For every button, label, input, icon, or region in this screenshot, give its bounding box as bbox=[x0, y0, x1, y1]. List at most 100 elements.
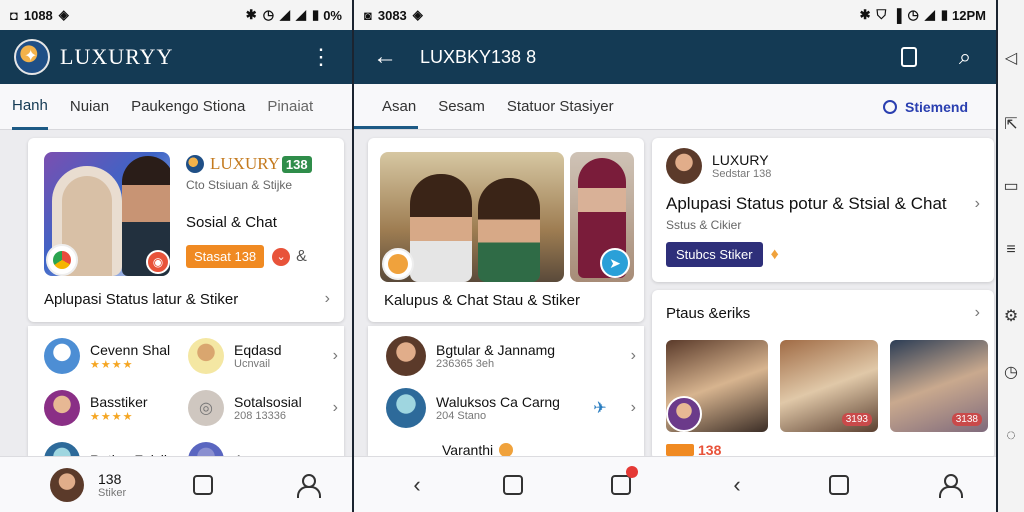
app-title: LUXBKY138 8 bbox=[420, 46, 537, 67]
settings-icon[interactable]: ⚙ bbox=[1001, 306, 1021, 326]
rating-stars: ★★★★ bbox=[90, 410, 134, 423]
status-time: 1088 bbox=[23, 7, 53, 23]
list-item[interactable]: Waluksos Ca Carng 204 Stano ✈ › bbox=[386, 388, 636, 428]
coin-icon bbox=[499, 443, 514, 457]
brand-avatar bbox=[666, 148, 702, 184]
chevron-right-icon[interactable]: › bbox=[975, 195, 980, 213]
send-icon: ➤ bbox=[600, 248, 630, 278]
back-icon[interactable]: ‹ bbox=[404, 472, 430, 498]
brand-name: LUXURY bbox=[712, 152, 769, 168]
tab-pinaiat[interactable]: Pinaiat bbox=[267, 84, 313, 130]
contact-list: Cevenn Shal ★★★★ Eqdasd Ucnvail › Basstike… bbox=[28, 326, 344, 478]
back-arrow-icon[interactable]: ← bbox=[368, 40, 402, 74]
tab-bar: Asan Sesam Statuor Stasiyer Stiemend bbox=[354, 84, 996, 130]
chevron-right-icon[interactable]: › bbox=[631, 347, 636, 365]
photo-thumbnail[interactable] bbox=[666, 340, 768, 432]
window-icon[interactable]: ▭ bbox=[1001, 176, 1021, 196]
chevron-right-icon[interactable]: › bbox=[333, 347, 338, 365]
tab-hanh[interactable]: Hanh bbox=[12, 84, 48, 130]
list-item-title: Sotalsosial bbox=[234, 394, 302, 410]
list-item-title: Bgtular & Jannamg bbox=[436, 342, 556, 358]
avatar bbox=[44, 390, 80, 426]
search-icon[interactable]: ⌕ bbox=[948, 40, 982, 74]
home-icon-2[interactable] bbox=[826, 472, 852, 498]
list-item[interactable]: Cevenn Shal ★★★★ bbox=[44, 338, 184, 374]
app-card-heading: Aplupasi Status potur & Stsial & Chat bbox=[666, 194, 947, 213]
avatar bbox=[44, 338, 80, 374]
app-bar: ← LUXBKY138 8 ⌕ bbox=[354, 30, 996, 84]
list-item[interactable]: Eqdasd Ucnvail › bbox=[188, 338, 338, 374]
profile-icon[interactable] bbox=[936, 472, 963, 498]
chevron-right-icon[interactable]: › bbox=[325, 290, 330, 308]
brand-tag: 138 bbox=[281, 155, 312, 173]
photo-tag: 3193 bbox=[841, 413, 872, 426]
photo-thumbnail[interactable]: 3138 bbox=[890, 340, 988, 432]
tab-nuian[interactable]: Nuian bbox=[70, 84, 109, 130]
share-icon[interactable]: ⇱ bbox=[1001, 114, 1021, 134]
tab-bar: Hanh Nuian Paukengo Stiona Pinaiat bbox=[0, 84, 352, 130]
list-item[interactable]: ◎ Sotalsosial 208 13336 › bbox=[188, 390, 338, 426]
tab-paukengo[interactable]: Paukengo Stiona bbox=[131, 84, 245, 130]
back-icon-2[interactable]: ‹ bbox=[724, 472, 750, 498]
side-nav: ◁ ⇱ ▭ ≡ ⚙ ◷ ◌ bbox=[998, 0, 1024, 512]
stream-link[interactable]: Stiemend bbox=[882, 98, 968, 115]
list-item-title: Eqdasd bbox=[234, 342, 282, 358]
active-tab-indicator bbox=[354, 126, 418, 129]
photos-heading: Ptaus &eriks bbox=[666, 304, 751, 322]
avatar bbox=[666, 396, 702, 432]
bluetooth-icon: ✱ bbox=[245, 7, 257, 22]
tab-statuor[interactable]: Statuor Stasiyer bbox=[507, 84, 614, 130]
chevron-right-icon[interactable]: › bbox=[333, 399, 338, 417]
phone-right: ◙ 3083 ◈ ✱ ⛉ ▐ ◷ ◢ ▮ 12PM ← LUXBKY138 8 … bbox=[354, 0, 996, 512]
photo-tag: 3138 bbox=[951, 413, 982, 426]
chevron-right-icon[interactable]: › bbox=[975, 304, 980, 322]
back-icon[interactable]: ◁ bbox=[1001, 48, 1021, 68]
bell-icon[interactable]: ◌ bbox=[1001, 426, 1021, 446]
notification-icon[interactable] bbox=[608, 465, 638, 498]
avatar bbox=[188, 338, 224, 374]
bookmark-icon[interactable] bbox=[892, 40, 926, 74]
featured-card[interactable]: ➤ Kalupus & Chat Stau & Stiker bbox=[368, 138, 644, 322]
menu-icon[interactable]: ≡ bbox=[1001, 240, 1021, 260]
profile-avatar[interactable] bbox=[50, 467, 84, 502]
brand-sub: Sedstar 138 bbox=[712, 168, 772, 180]
signal-icon: ▐ bbox=[892, 7, 902, 23]
tab-sesam[interactable]: Sesam bbox=[438, 84, 485, 130]
sticker-button[interactable]: Stubcs Stiker bbox=[666, 242, 763, 267]
photo-thumbnail[interactable]: 3193 bbox=[780, 340, 878, 432]
home-icon[interactable] bbox=[500, 472, 526, 498]
more-menu-icon[interactable]: ⋮ bbox=[304, 40, 338, 74]
list-item[interactable]: Bgtular & Jannamg 236365 3eh › bbox=[386, 336, 636, 376]
wifi-icon: ◈ bbox=[412, 7, 423, 22]
avatar bbox=[386, 336, 426, 376]
signal-icon-2: ◢ bbox=[296, 7, 307, 22]
profile-icon[interactable] bbox=[294, 472, 322, 498]
stream-label: Stiemend bbox=[904, 98, 968, 115]
list-item[interactable]: Basstiker ★★★★ bbox=[44, 390, 184, 426]
bottom-nav: 138 Stiker bbox=[0, 456, 352, 512]
chevron-right-icon[interactable]: › bbox=[631, 399, 636, 417]
feature-heading: Sosial & Chat bbox=[186, 214, 277, 231]
tab-asan[interactable]: Asan bbox=[382, 84, 416, 130]
status-time: 3083 bbox=[377, 7, 407, 23]
alarm-icon: ◷ bbox=[262, 7, 275, 22]
app-logo bbox=[14, 39, 50, 75]
app-card[interactable]: LUXURY Sedstar 138 Aplupasi Status potur… bbox=[652, 138, 994, 282]
photos-card[interactable]: Ptaus &eriks › 3193 3138 138 bbox=[652, 290, 994, 460]
clock-icon[interactable]: ◷ bbox=[1001, 362, 1021, 382]
google-play-icon bbox=[46, 244, 78, 276]
battery-icon: ▮ bbox=[940, 7, 949, 22]
chat-icon[interactable] bbox=[190, 472, 216, 498]
feature-subtitle: Cto Stsiuan & Stijke bbox=[186, 178, 293, 192]
list-item-title: Cevenn Shal bbox=[90, 341, 171, 358]
list-item-title: Waluksos Ca Carng bbox=[436, 394, 560, 410]
app-bar: LUXURYY ⋮ bbox=[0, 30, 352, 84]
status-button[interactable]: Stasat 138 bbox=[186, 245, 265, 268]
wifi-icon: ◈ bbox=[58, 7, 69, 22]
alarm-icon: ◷ bbox=[907, 7, 919, 22]
chat-badge-icon: ◉ bbox=[146, 250, 170, 274]
featured-card[interactable]: ◉ LUXURY 138 Cto Stsiuan & Stijke Sosial… bbox=[28, 138, 344, 322]
bottom-sub: Stiker bbox=[98, 486, 127, 499]
chevron-down-icon[interactable]: ⌄ bbox=[272, 247, 291, 266]
list-item-sub: 204 Stano bbox=[436, 410, 487, 422]
